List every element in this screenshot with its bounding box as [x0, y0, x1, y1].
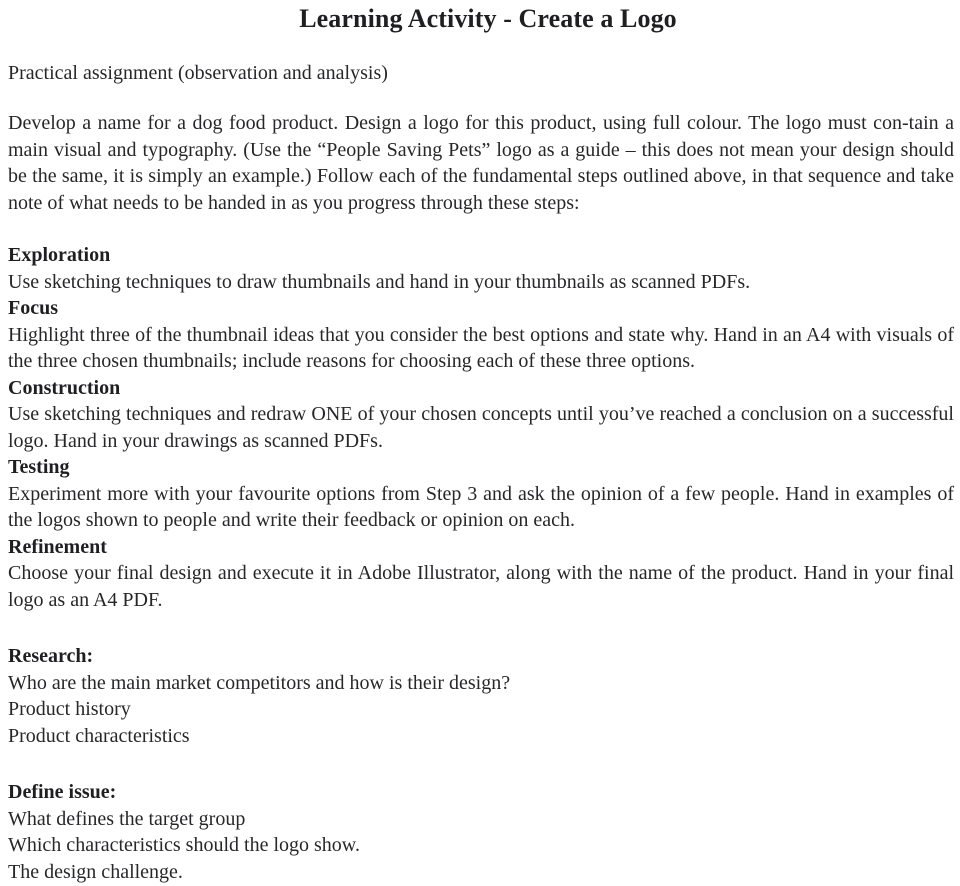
define-issue-section: Define issue: What defines the target gr…: [8, 779, 954, 885]
step-focus: Focus Highlight three of the thumbnail i…: [8, 295, 954, 375]
research-line: Product characteristics: [8, 724, 190, 747]
step-body: Experiment more with your favourite opti…: [8, 482, 954, 532]
research-line: Product history: [8, 698, 131, 720]
define-issue-heading: Define issue:: [8, 781, 117, 803]
research-line: Who are the main market competitors and …: [8, 671, 511, 694]
define-issue-line: What defines the target group: [8, 807, 246, 830]
step-body: Choose your final design and execute it …: [8, 562, 954, 611]
page-title: Learning Activity - Create a Logo: [299, 4, 677, 33]
define-issue-line: The design challenge.: [8, 860, 183, 883]
step-refinement: Refinement Choose your final design and …: [8, 534, 954, 614]
research-section: Research: Who are the main market compet…: [8, 643, 954, 749]
step-body: Use sketching techniques to draw thumbna…: [8, 270, 751, 293]
intro-paragraph: Develop a name for a dog food product. D…: [8, 112, 954, 214]
step-heading: Testing: [8, 456, 70, 478]
step-heading: Construction: [8, 376, 121, 399]
step-heading: Refinement: [8, 535, 107, 558]
step-construction: Construction Use sketching techniques an…: [8, 375, 954, 455]
step-body: Highlight three of the thumbnail ideas t…: [8, 323, 954, 373]
step-testing: Testing Experiment more with your favour…: [8, 454, 954, 534]
document-subtitle: Practical assignment (observation and an…: [8, 62, 388, 84]
step-body: Use sketching techniques and redraw ONE …: [8, 403, 954, 452]
step-exploration: Exploration Use sketching techniques to …: [8, 242, 954, 295]
research-heading: Research:: [8, 645, 94, 667]
step-heading: Focus: [8, 297, 58, 319]
steps-list: Exploration Use sketching techniques to …: [8, 242, 954, 613]
define-issue-line: Which characteristics should the logo sh…: [8, 834, 360, 856]
step-heading: Exploration: [8, 244, 111, 266]
document-page: Learning Activity - Create a Logo Practi…: [0, 4, 960, 886]
